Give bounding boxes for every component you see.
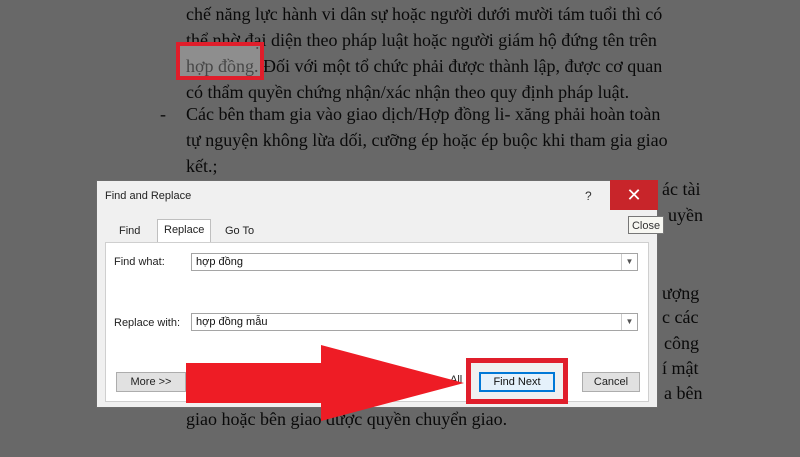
cancel-button[interactable]: Cancel — [582, 372, 640, 392]
tab-replace[interactable]: Replace — [157, 219, 212, 244]
replace-with-value: hợp đồng mẫu — [196, 316, 268, 328]
more-button[interactable]: More >> — [116, 372, 186, 392]
tab-goto[interactable]: Go To — [219, 221, 260, 241]
replace-with-input[interactable]: hợp đồng mẫu ▼ — [191, 313, 638, 331]
find-next-highlight: Find Next — [466, 358, 568, 404]
find-what-label: Find what: — [114, 256, 165, 268]
red-arrow-icon — [186, 345, 464, 421]
chevron-down-icon[interactable]: ▼ — [621, 254, 637, 270]
close-tooltip: Close — [628, 216, 664, 234]
dialog-title: Find and Replace — [105, 190, 192, 202]
replace-with-label: Replace with: — [114, 317, 181, 329]
find-what-value: hợp đồng — [196, 256, 243, 268]
close-icon[interactable]: ✕ — [610, 180, 658, 210]
chevron-down-icon[interactable]: ▼ — [621, 314, 637, 330]
find-what-input[interactable]: hợp đồng ▼ — [191, 253, 638, 271]
tab-find[interactable]: Find — [113, 221, 146, 241]
search-term-highlight — [176, 42, 264, 80]
find-next-button[interactable]: Find Next — [479, 372, 555, 392]
help-button[interactable]: ? — [585, 189, 592, 203]
